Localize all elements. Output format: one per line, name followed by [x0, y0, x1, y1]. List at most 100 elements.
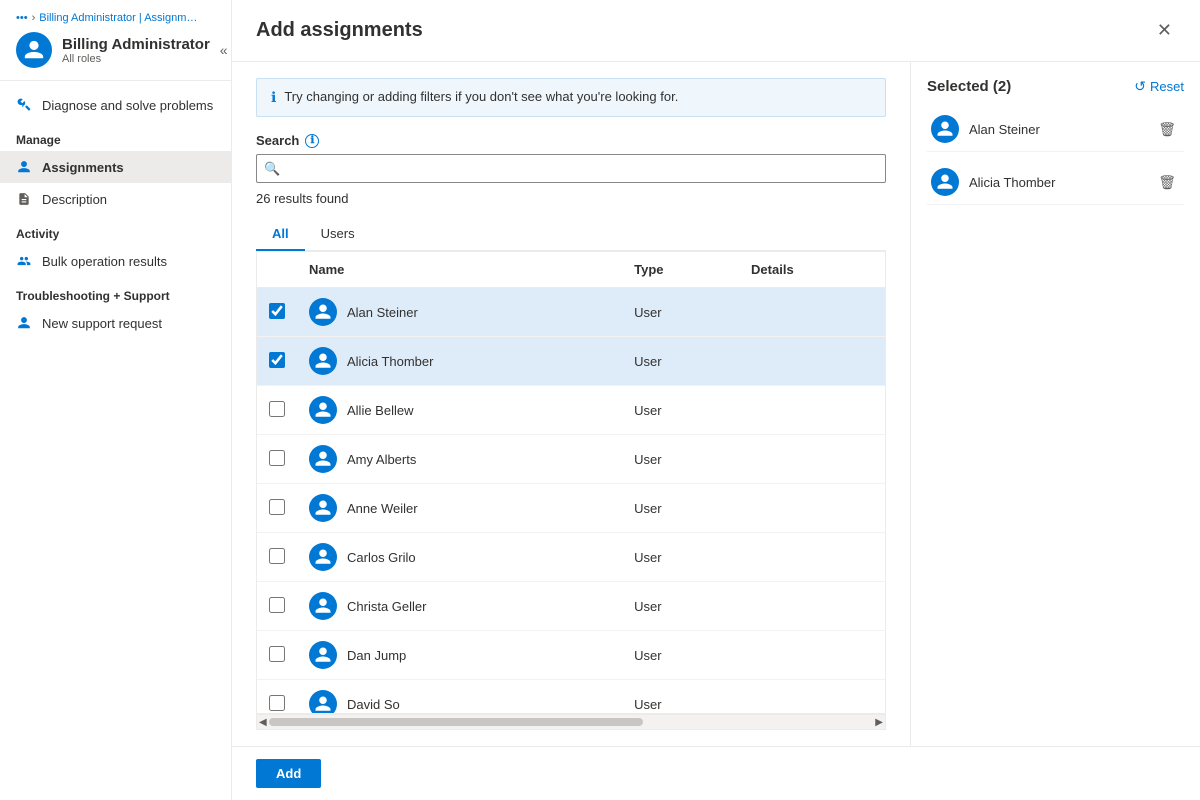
row-checkbox[interactable] [269, 303, 285, 319]
row-checkbox[interactable] [269, 450, 285, 466]
sidebar-item-support[interactable]: New support request [0, 307, 231, 339]
row-details-cell [739, 288, 885, 337]
table-row[interactable]: Amy Alberts User [257, 435, 885, 484]
activity-section-label: Activity [0, 215, 231, 245]
row-details-cell [739, 386, 885, 435]
selected-item-name: Alicia Thomber [969, 175, 1144, 190]
selected-title: Selected (2) [927, 78, 1011, 95]
user-cell: Allie Bellew [309, 396, 610, 424]
user-cell: Amy Alberts [309, 445, 610, 473]
sidebar-item-support-label: New support request [42, 316, 162, 331]
row-name-cell: Anne Weiler [297, 484, 622, 533]
sidebar-item-diagnose[interactable]: Diagnose and solve problems [0, 89, 231, 121]
user-avatar [309, 543, 337, 571]
users-table-wrapper[interactable]: Name Type Details Alan Steiner User Alic… [256, 251, 886, 714]
user-avatar [309, 445, 337, 473]
user-name: David So [347, 697, 400, 712]
breadcrumb[interactable]: ••• › Billing Administrator | Assignment… [16, 12, 215, 24]
row-checkbox[interactable] [269, 695, 285, 711]
table-row[interactable]: Allie Bellew User [257, 386, 885, 435]
sidebar-header: ••• › Billing Administrator | Assignment… [0, 0, 231, 81]
row-checkbox-cell [257, 337, 297, 386]
table-row[interactable]: Dan Jump User [257, 631, 885, 680]
row-checkbox-cell [257, 680, 297, 715]
table-row[interactable]: David So User [257, 680, 885, 715]
sidebar-item-bulk[interactable]: Bulk operation results [0, 245, 231, 277]
reset-button[interactable]: ↺ Reset [1134, 78, 1184, 95]
selected-list: Alan Steiner 🗑 Alicia Thomber 🗑 [927, 107, 1184, 205]
modal-footer: Add [232, 746, 1200, 800]
row-type-cell: User [622, 337, 739, 386]
row-checkbox[interactable] [269, 352, 285, 368]
sidebar-item-description[interactable]: Description [0, 183, 231, 215]
add-button[interactable]: Add [256, 759, 321, 788]
row-name-cell: Allie Bellew [297, 386, 622, 435]
row-type-cell: User [622, 484, 739, 533]
col-name: Name [297, 252, 622, 288]
row-checkbox[interactable] [269, 499, 285, 515]
user-avatar [309, 641, 337, 669]
row-type-cell: User [622, 631, 739, 680]
sidebar-item-diagnose-label: Diagnose and solve problems [42, 98, 213, 113]
row-type-cell: User [622, 288, 739, 337]
row-details-cell [739, 435, 885, 484]
sidebar-item-assignments[interactable]: Assignments [0, 151, 231, 183]
horizontal-scrollbar[interactable]: ◀ ▶ [256, 714, 886, 730]
scroll-left-arrow[interactable]: ◀ [259, 717, 267, 728]
reset-label: Reset [1150, 79, 1184, 94]
row-checkbox[interactable] [269, 597, 285, 613]
row-checkbox[interactable] [269, 401, 285, 417]
row-type-cell: User [622, 435, 739, 484]
user-name: Alicia Thomber [347, 354, 433, 369]
table-row[interactable]: Anne Weiler User [257, 484, 885, 533]
person-icon [16, 159, 32, 175]
modal-close-button[interactable]: ✕ [1153, 16, 1176, 45]
scroll-right-arrow[interactable]: ▶ [875, 717, 883, 728]
user-name: Carlos Grilo [347, 550, 416, 565]
breadcrumb-link[interactable]: Billing Administrator | Assignments [39, 12, 199, 24]
selected-item-name: Alan Steiner [969, 122, 1144, 137]
user-cell: David So [309, 690, 610, 714]
user-name: Alan Steiner [347, 305, 418, 320]
scroll-thumb[interactable] [269, 718, 643, 726]
row-details-cell [739, 631, 885, 680]
search-help-icon: ℹ [305, 134, 319, 148]
role-title: Billing Administrator [62, 36, 210, 53]
tab-users[interactable]: Users [305, 218, 371, 251]
remove-selected-button[interactable]: 🗑 [1154, 119, 1180, 140]
row-checkbox[interactable] [269, 548, 285, 564]
modal-right-panel: Selected (2) ↺ Reset Alan Steiner 🗑 Alic… [910, 62, 1200, 746]
user-cell: Alicia Thomber [309, 347, 610, 375]
user-avatar [309, 592, 337, 620]
search-wrapper: 🔍 [256, 154, 886, 183]
remove-selected-button[interactable]: 🗑 [1154, 172, 1180, 193]
row-checkbox-cell [257, 435, 297, 484]
sidebar-title-row: Billing Administrator All roles « [16, 32, 215, 68]
sidebar-collapse-button[interactable]: « [220, 42, 228, 58]
wrench-icon [16, 97, 32, 113]
col-details: Details [739, 252, 885, 288]
search-input[interactable] [256, 154, 886, 183]
table-row[interactable]: Carlos Grilo User [257, 533, 885, 582]
selected-user-avatar [931, 115, 959, 143]
user-name: Allie Bellew [347, 403, 413, 418]
table-row[interactable]: Alicia Thomber User [257, 337, 885, 386]
breadcrumb-separator: › [32, 12, 36, 24]
users-table: Name Type Details Alan Steiner User Alic… [257, 252, 885, 714]
row-name-cell: Alicia Thomber [297, 337, 622, 386]
sidebar-nav: Diagnose and solve problems Manage Assig… [0, 81, 231, 800]
modal-left-panel: ℹ Try changing or adding filters if you … [232, 62, 910, 746]
manage-section-label: Manage [0, 121, 231, 151]
breadcrumb-ellipsis[interactable]: ••• [16, 12, 28, 24]
add-assignments-modal: Add assignments ✕ ℹ Try changing or addi… [232, 0, 1200, 800]
row-checkbox-cell [257, 533, 297, 582]
table-row[interactable]: Alan Steiner User [257, 288, 885, 337]
table-row[interactable]: Christa Geller User [257, 582, 885, 631]
row-checkbox-cell [257, 386, 297, 435]
tab-all[interactable]: All [256, 218, 305, 251]
user-cell: Anne Weiler [309, 494, 610, 522]
info-banner: ℹ Try changing or adding filters if you … [256, 78, 886, 117]
user-name: Christa Geller [347, 599, 426, 614]
row-checkbox[interactable] [269, 646, 285, 662]
user-avatar [309, 690, 337, 714]
